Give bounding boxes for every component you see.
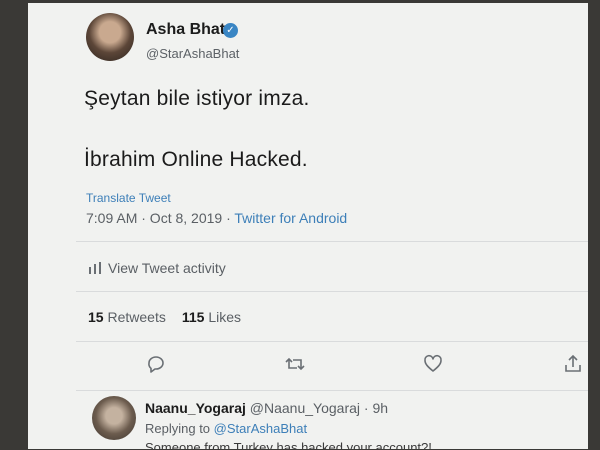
tweet-text-line-2: İbrahim Online Hacked. xyxy=(84,148,308,171)
divider xyxy=(76,291,588,292)
reply-author-handle[interactable]: @Naanu_Yogaraj xyxy=(250,400,360,416)
reply-header: Naanu_Yogaraj @Naanu_Yogaraj · 9h xyxy=(145,400,388,416)
tweet-text-line-1: Şeytan bile istiyor imza. xyxy=(84,87,310,110)
likes-stat[interactable]: 115 Likes xyxy=(182,309,241,325)
divider xyxy=(76,241,588,242)
retweets-count: 15 xyxy=(88,309,104,325)
divider xyxy=(76,341,588,342)
meta-separator: · xyxy=(222,210,235,226)
tweet-meta: 7:09 AM · Oct 8, 2019 · Twitter for Andr… xyxy=(86,210,347,226)
tweet-screen: Asha Bhat ✓ @StarAshaBhat Şeytan bile is… xyxy=(28,3,588,449)
retweets-stat[interactable]: 15 Retweets xyxy=(88,309,166,325)
author-handle[interactable]: @StarAshaBhat xyxy=(146,46,239,61)
reply-author-name[interactable]: Naanu_Yogaraj xyxy=(145,400,246,416)
translate-tweet-link[interactable]: Translate Tweet xyxy=(86,191,171,205)
photo-frame: Asha Bhat ✓ @StarAshaBhat Şeytan bile is… xyxy=(0,0,600,450)
tweet-source-link[interactable]: Twitter for Android xyxy=(234,210,347,226)
author-avatar[interactable] xyxy=(86,13,134,61)
retweets-label: Retweets xyxy=(107,309,166,325)
likes-count: 115 xyxy=(181,309,205,325)
view-activity-label: View Tweet activity xyxy=(108,260,226,276)
author-name[interactable]: Asha Bhat xyxy=(146,21,225,39)
reply-text: Someone from Turkey has hacked your acco… xyxy=(145,440,432,449)
heart-icon[interactable] xyxy=(422,353,444,375)
divider xyxy=(76,390,588,391)
reply-author-avatar[interactable] xyxy=(92,396,136,440)
view-activity-link[interactable]: View Tweet activity xyxy=(88,260,226,276)
tweet-timestamp[interactable]: 7:09 AM · Oct 8, 2019 xyxy=(86,210,222,226)
share-icon[interactable] xyxy=(562,353,584,375)
likes-label: Likes xyxy=(208,309,241,325)
retweet-icon[interactable] xyxy=(284,353,306,375)
reply-time: · 9h xyxy=(363,400,389,416)
bar-chart-icon xyxy=(89,262,101,274)
replying-to-mention[interactable]: @StarAshaBhat xyxy=(214,421,307,436)
tweet-stats: 15 Retweets 115 Likes xyxy=(88,309,241,325)
replying-to: Replying to @StarAshaBhat xyxy=(145,421,307,436)
replying-to-label: Replying to xyxy=(145,421,211,436)
reply-icon[interactable] xyxy=(145,353,167,375)
verified-badge-icon: ✓ xyxy=(223,23,238,38)
